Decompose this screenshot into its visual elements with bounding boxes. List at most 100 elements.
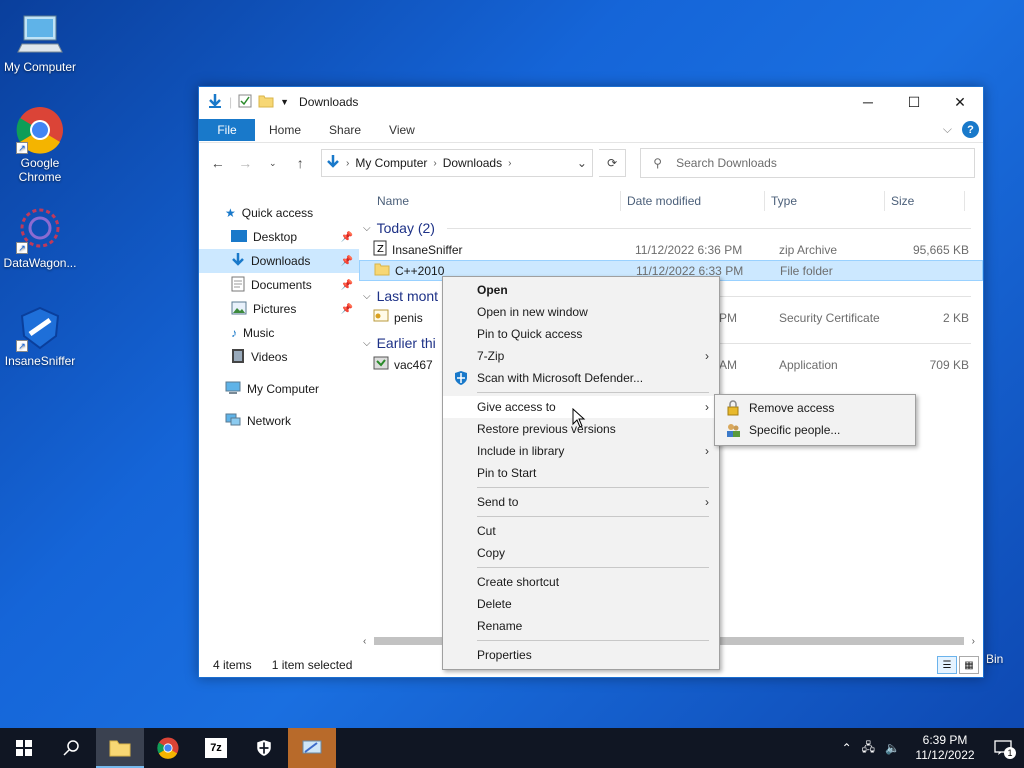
quick-access-dropdown-icon[interactable]: ▼ <box>280 97 289 107</box>
menu-item-open[interactable]: Open <box>443 279 719 301</box>
mouse-cursor-icon <box>572 408 586 428</box>
menu-item-7zip[interactable]: 7-Zip › <box>443 345 719 367</box>
nav-quick-access[interactable]: ★ Quick access <box>199 201 359 225</box>
refresh-button[interactable]: ⟳ <box>598 149 627 177</box>
menu-item-open-new-window[interactable]: Open in new window <box>443 301 719 323</box>
nav-videos[interactable]: Videos <box>199 345 359 369</box>
desktop-icon-label: My Computer <box>3 60 77 74</box>
taskbar-app-remote[interactable] <box>288 728 336 768</box>
context-menu: Open Open in new window Pin to Quick acc… <box>442 276 720 670</box>
defender-shield-icon <box>453 370 469 386</box>
scroll-left-icon[interactable]: ‹ <box>363 636 366 647</box>
clock[interactable]: 6:39 PM 11/12/2022 <box>910 733 980 763</box>
close-button[interactable]: ✕ <box>937 87 983 117</box>
menu-item-scan-defender[interactable]: Scan with Microsoft Defender... <box>443 367 719 389</box>
expand-ribbon-icon[interactable]: ⌵ <box>943 122 952 137</box>
breadcrumb-separator-icon: › <box>433 157 437 169</box>
details-view-icon[interactable]: ☰ <box>937 656 957 674</box>
menu-item-delete[interactable]: Delete <box>443 593 719 615</box>
maximize-button[interactable]: ☐ <box>891 87 937 117</box>
svg-text:Z: Z <box>377 244 384 255</box>
column-name[interactable]: Name <box>359 191 621 211</box>
table-row[interactable]: Z InsaneSniffer 11/12/2022 6:36 PM zip A… <box>359 239 983 260</box>
address-dropdown-icon[interactable]: ⌄ <box>572 156 592 170</box>
scroll-right-icon[interactable]: › <box>972 636 975 647</box>
breadcrumb-my-computer[interactable]: My Computer <box>355 156 427 170</box>
forward-button[interactable]: → <box>235 155 257 171</box>
pin-icon[interactable]: 📌 <box>341 304 353 315</box>
menu-item-properties[interactable]: Properties <box>443 644 719 666</box>
desktop-icon-my-computer[interactable]: My Computer <box>0 10 80 74</box>
chevron-up-icon[interactable]: ⌃ <box>842 741 852 755</box>
nav-my-computer[interactable]: My Computer <box>199 377 359 401</box>
nav-desktop[interactable]: Desktop 📌 <box>199 225 359 249</box>
column-size[interactable]: Size <box>885 191 965 211</box>
tab-file[interactable]: File <box>199 118 255 141</box>
address-bar[interactable]: › My Computer › Downloads › ⌄ <box>321 149 593 177</box>
help-icon[interactable]: ? <box>962 121 979 138</box>
7zip-icon: 7z <box>205 738 227 758</box>
group-label: Last mont <box>376 288 439 304</box>
desktop-icon-label: DataWagon... <box>3 256 77 270</box>
tab-share[interactable]: Share <box>315 123 375 137</box>
menu-item-create-shortcut[interactable]: Create shortcut <box>443 571 719 593</box>
pin-icon[interactable]: 📌 <box>341 280 353 291</box>
desktop-icon-insanesniffer[interactable]: ↗ InsaneSniffer <box>0 304 80 368</box>
file-type: File folder <box>780 263 833 278</box>
taskbar-defender[interactable] <box>240 728 288 768</box>
recycle-bin-label[interactable]: Bin <box>986 652 1003 666</box>
menu-item-copy[interactable]: Copy <box>443 542 719 564</box>
notifications-button[interactable]: 1 <box>990 737 1016 759</box>
file-type: Application <box>779 357 838 372</box>
submenu-arrow-icon: › <box>705 349 709 363</box>
tab-home[interactable]: Home <box>255 123 315 137</box>
column-date-modified[interactable]: Date modified <box>621 191 765 211</box>
taskbar-chrome[interactable] <box>144 728 192 768</box>
large-icons-view-icon[interactable]: ▦ <box>959 656 979 674</box>
recent-locations-icon[interactable]: ⌄ <box>262 158 284 169</box>
breadcrumb-separator-icon: › <box>346 157 350 169</box>
taskbar-7zip[interactable]: 7z <box>192 728 240 768</box>
volume-icon[interactable]: 🔈 <box>885 741 900 755</box>
desktop-icon-datawagon[interactable]: ↗ DataWagon... <box>0 206 80 270</box>
give-access-submenu: Remove access Specific people... <box>714 394 916 446</box>
nav-music[interactable]: ♪ Music <box>199 321 359 345</box>
search-icon: ⚲ <box>653 156 663 170</box>
search-input[interactable]: ⚲ Search Downloads <box>640 148 975 178</box>
pin-icon[interactable]: 📌 <box>341 232 353 243</box>
nav-network[interactable]: Network <box>199 409 359 433</box>
group-header-today[interactable]: ⌵ Today (2) <box>359 217 983 239</box>
application-icon <box>373 355 389 374</box>
new-folder-icon[interactable] <box>258 94 274 111</box>
column-type[interactable]: Type <box>765 191 885 211</box>
nav-documents[interactable]: Documents 📌 <box>199 273 359 297</box>
file-name: vac467 <box>394 357 433 372</box>
network-icon[interactable]: 🖧 <box>862 738 875 759</box>
up-button[interactable]: ↑ <box>290 155 312 171</box>
submenu-arrow-icon: › <box>705 400 709 414</box>
taskbar-file-explorer[interactable] <box>96 728 144 768</box>
start-button[interactable] <box>0 728 48 768</box>
shortcut-arrow-icon: ↗ <box>16 242 28 254</box>
window-title: Downloads <box>299 95 359 109</box>
pin-icon[interactable]: 📌 <box>341 256 353 267</box>
menu-item-cut[interactable]: Cut <box>443 520 719 542</box>
back-button[interactable]: ← <box>207 155 229 171</box>
tab-view[interactable]: View <box>375 123 429 137</box>
search-taskbar-button[interactable] <box>48 728 96 768</box>
breadcrumb-separator-icon: › <box>508 157 512 169</box>
minimize-button[interactable]: ─ <box>845 87 891 117</box>
menu-item-include-library[interactable]: Include in library › <box>443 440 719 462</box>
menu-item-rename[interactable]: Rename <box>443 615 719 637</box>
menu-item-send-to[interactable]: Send to › <box>443 491 719 513</box>
menu-item-specific-people[interactable]: Specific people... <box>715 419 915 441</box>
menu-item-pin-start[interactable]: Pin to Start <box>443 462 719 484</box>
menu-item-remove-access[interactable]: Remove access <box>715 397 915 419</box>
breadcrumb-downloads[interactable]: Downloads <box>443 156 502 170</box>
properties-checkbox-icon[interactable] <box>238 94 252 111</box>
nav-pictures[interactable]: Pictures 📌 <box>199 297 359 321</box>
computer-icon <box>16 10 64 58</box>
desktop-icon-google-chrome[interactable]: ↗ Google Chrome <box>0 106 80 184</box>
nav-downloads[interactable]: Downloads 📌 <box>199 249 359 273</box>
menu-item-pin-quick-access[interactable]: Pin to Quick access <box>443 323 719 345</box>
